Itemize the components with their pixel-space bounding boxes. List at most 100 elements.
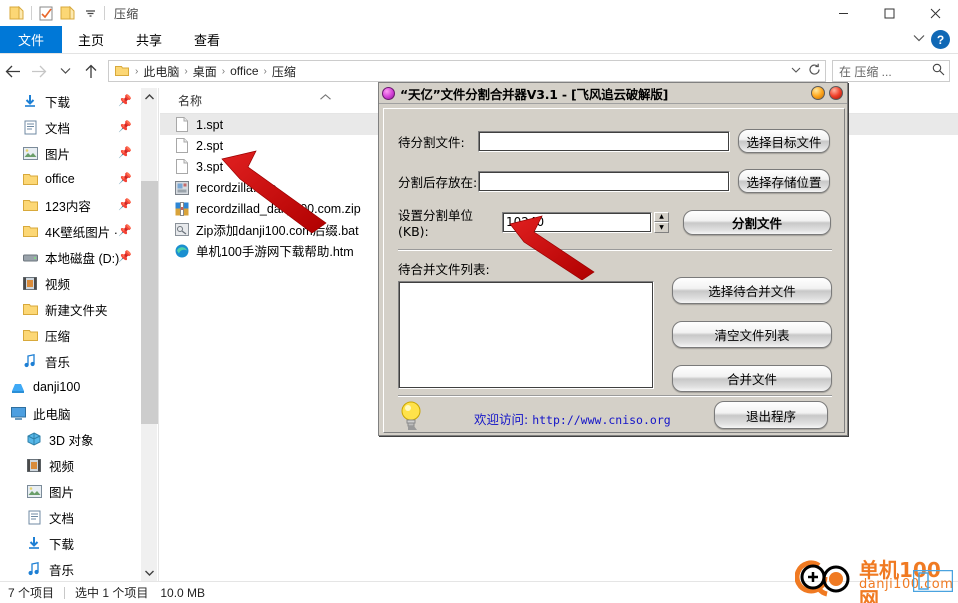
sidebar-item-3d-objects[interactable]: 3D 对象 [0,426,140,452]
sidebar-item-office[interactable]: office 📌 [0,166,140,192]
select-destination-button[interactable]: 选择存储位置 [738,169,830,193]
sidebar-item-documents[interactable]: 文档 📌 [0,114,140,140]
pin-icon[interactable]: 📌 [118,224,132,237]
folder-icon [22,301,38,317]
refresh-icon[interactable] [805,63,823,79]
pin-icon[interactable]: 📌 [118,172,132,185]
scroll-up-arrow-icon[interactable] [141,88,158,105]
clear-file-list-button[interactable]: 清空文件列表 [672,321,832,348]
column-header-name[interactable]: 名称 [160,92,202,109]
music-icon [26,561,42,577]
up-arrow-icon[interactable] [78,58,104,84]
split-file-button[interactable]: 分割文件 [683,209,831,235]
sidebar-item-videos[interactable]: 视频 [0,452,140,478]
dialog-titlebar[interactable]: “天亿”文件分割合并器V3.1 - [飞风追云破解版] [379,83,847,104]
download-icon [26,535,42,551]
sidebar-item-documents-pc[interactable]: 文档 [0,504,140,530]
pin-icon[interactable]: 📌 [118,94,132,107]
sidebar-item-downloads-pc[interactable]: 下载 [0,530,140,556]
sidebar-item-4k-wallpapers[interactable]: 4K壁纸图片 · 📌 [0,218,140,244]
breadcrumb-item-3[interactable]: 压缩 [269,63,299,80]
welcome-text: 欢迎访问: [474,412,529,427]
sidebar-item-pictures-pc[interactable]: 图片 [0,478,140,504]
close-circle-icon[interactable] [829,86,843,100]
website-url[interactable]: http://www.cniso.org [532,413,670,427]
sidebar-item-123content[interactable]: 123内容 📌 [0,192,140,218]
unit-size-spinner[interactable]: ▲ ▼ [654,211,669,233]
generic-file-icon [174,159,190,175]
exit-program-button[interactable]: 退出程序 [714,401,828,429]
website-link[interactable]: 欢迎访问: http://www.cniso.org [474,409,671,428]
sidebar-label: 下载 [45,95,71,110]
sidebar-item-new-folder[interactable]: 新建文件夹 [0,296,140,322]
sidebar-item-local-disk-d[interactable]: 本地磁盘 (D:) 📌 [0,244,140,270]
breadcrumb-sep-2[interactable]: › [220,66,227,77]
maximize-icon[interactable] [866,0,912,26]
window-title: 压缩 [114,6,139,21]
minimize-circle-icon[interactable] [811,86,825,100]
help-icon[interactable]: ? [931,30,950,49]
breadcrumb[interactable]: › 此电脑 › 桌面 › office › 压缩 [108,60,826,82]
sidebar-item-videos-quick[interactable]: 视频 [0,270,140,296]
qat-divider-2 [104,6,105,20]
file-name: 单机100手游网下载帮助.htm [196,245,354,259]
search-input[interactable]: 在 压缩 ... [832,60,950,82]
merge-files-button[interactable]: 合并文件 [672,365,832,392]
file-splitter-dialog: “天亿”文件分割合并器V3.1 - [飞风追云破解版] 待分割文件: 选择目标文… [378,82,848,436]
sidebar-item-downloads[interactable]: 下载 📌 [0,88,140,114]
close-icon[interactable] [912,0,958,26]
pictures-icon [22,145,38,161]
ribbon-collapse-chevron-icon[interactable] [913,33,925,45]
breadcrumb-item-0[interactable]: 此电脑 [140,63,182,80]
3d-objects-icon [26,431,42,447]
pin-icon[interactable]: 📌 [118,120,132,133]
pin-icon[interactable]: 📌 [118,198,132,211]
scroll-down-arrow-icon[interactable] [141,564,158,581]
spinner-down-icon[interactable]: ▼ [654,222,669,233]
sidebar-item-music-quick[interactable]: 音乐 [0,348,140,374]
sidebar-item-compressed[interactable]: 压缩 [0,322,140,348]
breadcrumb-item-1[interactable]: 桌面 [190,63,220,80]
sidebar-item-pictures[interactable]: 图片 📌 [0,140,140,166]
file-name: 1.spt [196,117,224,132]
tab-file[interactable]: 文件 [0,26,63,53]
breadcrumb-item-2[interactable]: office [227,64,261,78]
folder-icon [22,223,38,239]
qat-chevron-down-icon[interactable] [79,2,101,24]
watermark-cursor-box-icon [913,570,953,592]
unit-size-input[interactable]: 10240 [502,211,652,233]
new-folder-icon[interactable] [57,2,79,24]
scrollbar-thumb[interactable] [141,181,158,424]
file-name: 2.spt [196,138,224,153]
pane-divider[interactable] [158,88,159,581]
document-icon [26,509,42,525]
sidebar-item-danji100[interactable]: danji100 [0,374,140,400]
select-merge-files-button[interactable]: 选择待合并文件 [672,277,832,304]
navigation-scrollbar[interactable] [140,88,158,581]
breadcrumb-sep-3[interactable]: › [262,66,269,77]
properties-icon[interactable] [35,2,57,24]
breadcrumb-sep-1[interactable]: › [182,66,189,77]
sidebar-label: 图片 [45,147,71,162]
tab-share[interactable]: 共享 [120,26,178,53]
tab-home[interactable]: 主页 [62,26,120,53]
generic-file-icon [174,138,190,154]
sidebar-item-music[interactable]: 音乐 [0,556,140,581]
minimize-icon[interactable] [820,0,866,26]
search-icon[interactable] [932,63,945,79]
merge-file-listbox[interactable] [398,281,654,389]
folder-icon[interactable] [6,2,28,24]
tab-view[interactable]: 查看 [178,26,236,53]
back-arrow-icon[interactable] [0,58,26,84]
address-dropdown-chevron-down-icon[interactable] [787,66,805,77]
source-file-input[interactable] [478,130,730,152]
edge-icon [174,243,190,259]
sidebar-item-this-pc[interactable]: 此电脑 [0,400,140,426]
select-source-button[interactable]: 选择目标文件 [738,129,830,153]
pin-icon[interactable]: 📌 [118,146,132,159]
spinner-up-icon[interactable]: ▲ [654,211,669,222]
recent-locations-chevron-down-icon[interactable] [52,58,78,84]
download-icon [22,93,38,109]
destination-input[interactable] [478,170,730,192]
pin-icon[interactable]: 📌 [118,250,132,263]
